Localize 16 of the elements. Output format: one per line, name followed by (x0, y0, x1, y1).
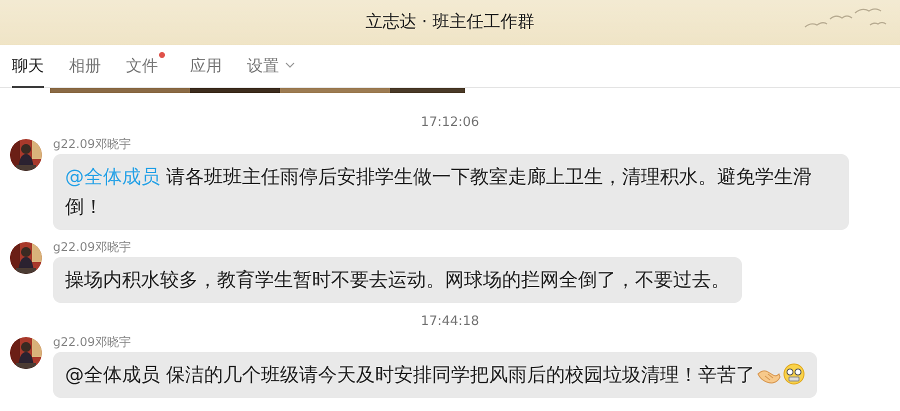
mention-link[interactable]: @全体成员 (65, 166, 160, 188)
tab[interactable]: 相册 (69, 51, 101, 88)
tab[interactable]: 文件 (126, 51, 165, 88)
message-text: @全体成员 请各班班主任雨停后安排学生做一下教室走廊上卫生，清理积水。避免学生滑倒！ (65, 166, 812, 218)
window-title: 立志达 · 班主任工作群 (365, 11, 535, 34)
tab[interactable]: 应用 (190, 51, 222, 88)
timestamp: 17:12:06 (420, 114, 480, 132)
timestamp: 17:44:18 (420, 312, 480, 330)
sender-name: g22.09邓晓宇 (53, 136, 132, 150)
tab[interactable]: 设置 (247, 51, 295, 88)
message-text: @全体成员 保洁的几个班级请今天及时安排同学把风雨后的校园垃圾清理！辛苦了 (65, 364, 756, 386)
tab[interactable]: 聊天 (12, 51, 44, 88)
sender-name: g22.09邓晓宇 (53, 335, 132, 349)
shocked-face-icon (783, 363, 806, 385)
message-text: 操场内积水较多，教育学生暂时不要去运动。网球场的拦网全倒了，不要过去。 (65, 268, 730, 290)
sender-name: g22.09邓晓宇 (53, 240, 132, 254)
